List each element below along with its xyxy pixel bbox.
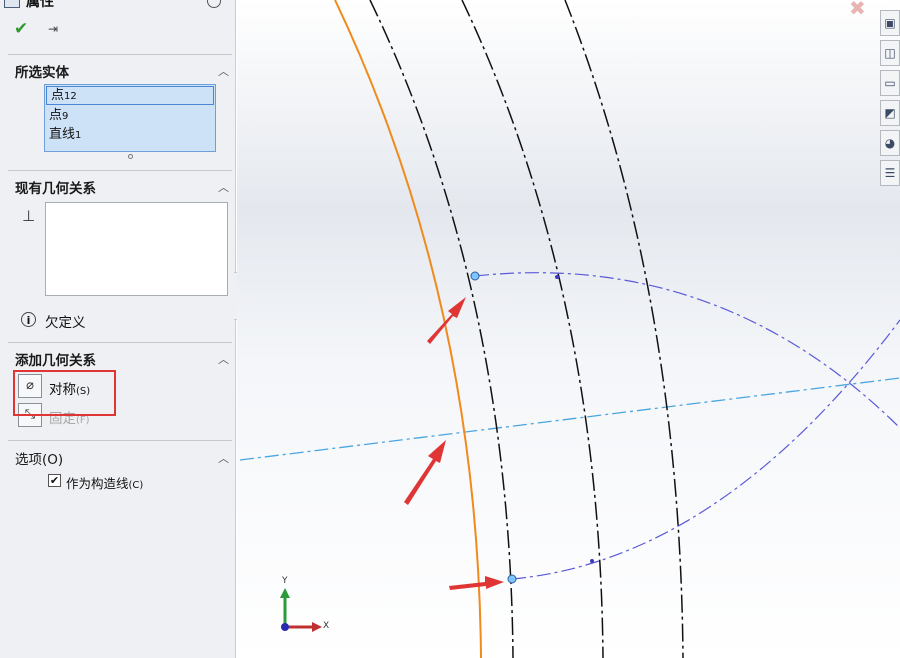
add-relations-title: 添加几何关系 — [15, 353, 96, 369]
cube-icon[interactable]: ◫ — [880, 40, 900, 66]
list-item[interactable]: 点12 — [46, 86, 214, 105]
list-resize-handle[interactable] — [128, 154, 133, 159]
ok-button[interactable]: ✔ — [14, 20, 28, 38]
sketch-point[interactable] — [507, 574, 517, 584]
list-item[interactable]: 直线1 — [45, 125, 215, 144]
list-icon[interactable]: ☰ — [880, 160, 900, 186]
collapse-selected-icon[interactable]: ︿ — [218, 63, 229, 79]
construction-checkbox-label[interactable]: 作为构造线(C) — [66, 473, 143, 492]
y-axis-label: Y — [282, 576, 288, 586]
sketch-point[interactable] — [555, 275, 559, 279]
folder-icon[interactable]: ▭ — [880, 70, 900, 96]
appearance-icon[interactable]: ◩ — [880, 100, 900, 126]
divider — [8, 342, 232, 343]
existing-relations-list[interactable] — [45, 202, 228, 296]
selected-entities-title: 所选实体 — [15, 65, 69, 81]
existing-relations-title: 现有几何关系 — [15, 181, 96, 197]
view-orientation-icon[interactable]: ▣ — [880, 10, 900, 36]
selected-entities-list[interactable]: 点12 点9 直线1 — [44, 84, 216, 152]
close-icon[interactable]: ✖ — [849, 0, 866, 20]
viewport-background — [237, 0, 900, 658]
collapse-options-icon[interactable]: ︿ — [218, 450, 229, 466]
highlight-annotation-box — [13, 370, 116, 416]
construction-checkbox[interactable]: ✔ — [48, 474, 61, 487]
collapse-existing-icon[interactable]: ︿ — [218, 179, 229, 195]
help-icon[interactable] — [207, 0, 221, 8]
property-manager-panel: 属性 ✔ ⇥ 所选实体 ︿ 点12 点9 直线1 现有几何关系 ︿ ⊥ i 欠定… — [0, 0, 243, 658]
sketch-point[interactable] — [470, 271, 480, 281]
graphics-area[interactable] — [237, 0, 900, 658]
pin-icon[interactable]: ⇥ — [48, 22, 58, 36]
options-title: 选项(O) — [15, 452, 64, 468]
divider — [8, 54, 232, 55]
definition-status: 欠定义 — [45, 315, 86, 331]
property-manager-icon — [4, 0, 20, 8]
panel-title: 属性 — [26, 0, 54, 10]
list-item[interactable]: 点9 — [45, 106, 215, 125]
x-axis-label: X — [323, 621, 330, 631]
perpendicular-relation-icon: ⊥ — [22, 207, 36, 225]
collapse-add-icon[interactable]: ︿ — [218, 351, 229, 367]
sketch-point[interactable] — [590, 559, 594, 563]
color-wheel-icon[interactable]: ◕ — [880, 130, 900, 156]
info-icon: i — [21, 312, 36, 327]
divider — [8, 170, 232, 171]
divider — [8, 440, 232, 441]
